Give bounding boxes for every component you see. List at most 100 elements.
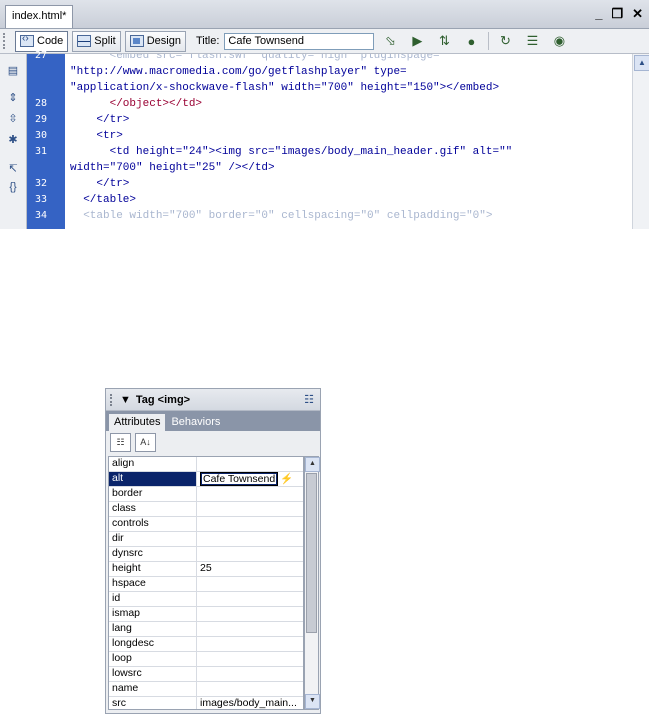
scroll-up-icon[interactable]: ▲	[634, 55, 649, 71]
scroll-down-icon[interactable]: ▼	[305, 694, 320, 709]
attribute-row-name[interactable]: name	[109, 682, 303, 697]
dynamic-data-icon[interactable]: ⚡	[280, 473, 293, 485]
line-number: 28	[35, 98, 48, 109]
visual-aids-icon[interactable]: ◉	[548, 32, 570, 50]
debug-icon[interactable]: ⇅	[433, 32, 455, 50]
panel-title: Tag <img>	[135, 393, 191, 406]
panel-options-icon[interactable]: ☷	[304, 393, 314, 406]
attribute-name: loop	[109, 652, 197, 666]
code-line: </object></td>	[70, 98, 203, 110]
attribute-row-class[interactable]: class	[109, 502, 303, 517]
attribute-name: name	[109, 682, 197, 696]
attribute-row-ismap[interactable]: ismap	[109, 607, 303, 622]
attribute-name: hspace	[109, 577, 197, 591]
document-tab[interactable]: index.html*	[5, 5, 74, 28]
panel-grip[interactable]	[110, 393, 116, 406]
attribute-row-dynsrc[interactable]: dynsrc	[109, 547, 303, 562]
sort-alpha-icon[interactable]: A↓	[135, 433, 156, 452]
preview-in-browser-icon[interactable]: ▶	[406, 32, 428, 50]
code-editor[interactable]: ▤ ⇕ ⇳ ✱ ↸ {} 27 28 29 30 31 32 33 34 <em…	[0, 50, 649, 229]
code-line: "http://www.macromedia.com/go/getflashpl…	[70, 66, 407, 78]
design-view-button[interactable]: Design	[124, 30, 186, 52]
tab-behaviors[interactable]: Behaviors	[166, 414, 225, 431]
attribute-row-height[interactable]: height 25	[109, 562, 303, 577]
attribute-row-id[interactable]: id	[109, 592, 303, 607]
title-input[interactable]	[224, 32, 375, 50]
attribute-value[interactable]	[197, 577, 303, 591]
toolbar-grip[interactable]	[3, 33, 11, 49]
attribute-row-loop[interactable]: loop	[109, 652, 303, 667]
code-line: </tr>	[70, 178, 130, 190]
select-parent-tag-icon[interactable]: ↸	[0, 162, 26, 175]
category-view-icon[interactable]: ☷	[110, 433, 131, 452]
attribute-name: id	[109, 592, 197, 606]
attribute-row-lowsrc[interactable]: lowsrc	[109, 667, 303, 682]
attribute-grid: align alt Cafe Townsend ⚡ border class control…	[108, 456, 304, 710]
attribute-value[interactable]	[197, 622, 303, 636]
restore-icon[interactable]: ❐	[611, 6, 623, 22]
attribute-row-hspace[interactable]: hspace	[109, 577, 303, 592]
document-window: index.html* _ ❐ ✕ Code Split Design Titl…	[0, 0, 649, 229]
attribute-value[interactable]	[197, 682, 303, 696]
attribute-value[interactable]	[197, 592, 303, 606]
collapse-triangle-icon[interactable]: ▼	[120, 394, 131, 406]
attribute-row-align[interactable]: align	[109, 457, 303, 472]
attribute-value[interactable]: 25	[197, 562, 303, 576]
attribute-value[interactable]	[197, 667, 303, 681]
code-text-area[interactable]: <embed src="flash.swf" quality="high" pl…	[70, 54, 630, 229]
panel-tools: ☷ A↓	[106, 431, 320, 454]
attribute-value[interactable]	[197, 532, 303, 546]
view-options-icon[interactable]: ☰	[521, 32, 543, 50]
attribute-value-editor[interactable]: Cafe Townsend	[200, 472, 279, 486]
panel-tabs: Attributes Behaviors	[106, 411, 320, 431]
code-line: <table width="700" border="0" cellspacin…	[70, 210, 493, 222]
minimize-icon[interactable]: _	[595, 6, 602, 22]
collapse-tag-icon[interactable]: ⇕	[0, 91, 26, 104]
balance-braces-icon[interactable]: {}	[0, 181, 26, 193]
attribute-value[interactable]	[197, 607, 303, 621]
attribute-row-controls[interactable]: controls	[109, 517, 303, 532]
attribute-row-longdesc[interactable]: longdesc	[109, 637, 303, 652]
split-view-icon	[77, 35, 92, 47]
scroll-thumb[interactable]	[306, 473, 317, 633]
attribute-name: dynsrc	[109, 547, 197, 561]
attribute-value[interactable]	[197, 457, 303, 471]
attribute-value[interactable]	[197, 502, 303, 516]
attribute-row-src[interactable]: src images/body_main...	[109, 697, 303, 709]
code-line: "application/x-shockwave-flash" width="7…	[70, 82, 500, 94]
code-view-icon	[20, 33, 34, 47]
attribute-row-lang[interactable]: lang	[109, 622, 303, 637]
code-line: <td height="24"><img src="images/body_ma…	[70, 146, 513, 158]
document-tab-bar: index.html* _ ❐ ✕	[0, 0, 649, 29]
attribute-name: ismap	[109, 607, 197, 621]
attribute-value[interactable]	[197, 487, 303, 501]
scroll-up-icon[interactable]: ▲	[305, 457, 320, 472]
panel-header[interactable]: ▼ Tag <img> ☷	[106, 389, 320, 411]
split-view-button[interactable]: Split	[72, 30, 121, 52]
collapse-selection-icon[interactable]: ⇳	[0, 112, 26, 125]
attribute-value[interactable]: images/body_main...	[197, 697, 303, 709]
editor-scrollbar[interactable]: ▲	[632, 54, 649, 229]
attribute-value[interactable]	[197, 652, 303, 666]
code-line: width="700" height="25" /></td>	[70, 162, 275, 174]
attribute-row-dir[interactable]: dir	[109, 532, 303, 547]
attribute-row-border[interactable]: border	[109, 487, 303, 502]
split-view-label: Split	[94, 35, 116, 47]
attribute-value[interactable]: Cafe Townsend ⚡	[197, 472, 303, 486]
browser-check-icon[interactable]: ●	[460, 32, 482, 50]
design-view-icon	[129, 35, 144, 47]
attribute-value[interactable]	[197, 547, 303, 561]
expand-all-icon[interactable]: ✱	[0, 133, 26, 146]
attribute-value[interactable]	[197, 517, 303, 531]
refresh-icon[interactable]: ↻	[494, 32, 516, 50]
close-icon[interactable]: ✕	[632, 6, 643, 22]
line-number: 33	[35, 194, 48, 205]
design-view-label: Design	[146, 35, 181, 47]
file-management-icon[interactable]: ⬂	[379, 32, 401, 50]
tab-attributes[interactable]: Attributes	[108, 413, 167, 431]
attribute-row-alt[interactable]: alt Cafe Townsend ⚡	[109, 472, 303, 487]
open-documents-icon[interactable]: ▤	[0, 64, 26, 77]
window-controls: _ ❐ ✕	[595, 6, 643, 22]
attribute-scrollbar[interactable]: ▲ ▼	[304, 456, 320, 710]
attribute-value[interactable]	[197, 637, 303, 651]
